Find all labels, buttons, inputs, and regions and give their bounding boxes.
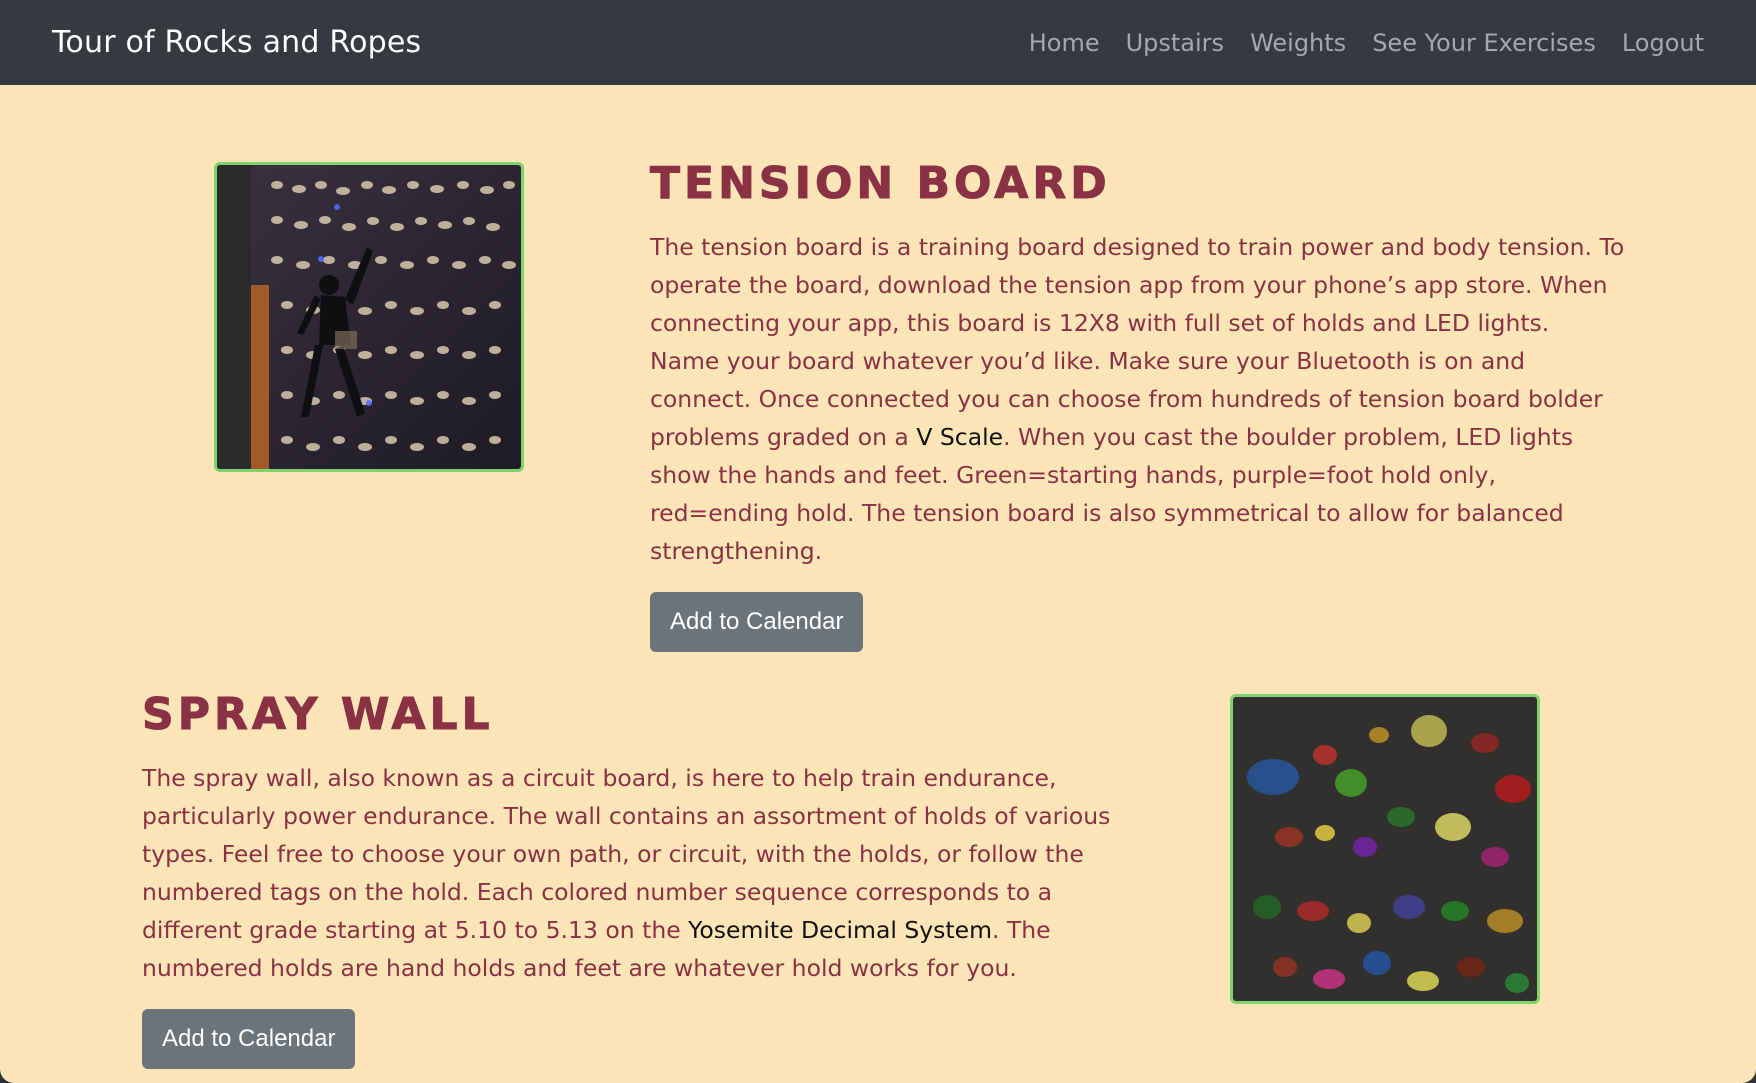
nav-link-upstairs[interactable]: Upstairs: [1126, 29, 1224, 57]
add-to-calendar-button[interactable]: Add to Calendar: [650, 592, 864, 652]
nav-link-home[interactable]: Home: [1029, 29, 1100, 57]
tension-board-text-before: The tension board is a training board de…: [650, 233, 1625, 451]
nav-link-logout[interactable]: Logout: [1622, 29, 1704, 57]
tension-board-photo: [214, 162, 524, 472]
spray-wall-title: SPRAY WALL: [142, 689, 494, 740]
spray-wall-description: The spray wall, also known as a circuit …: [142, 759, 1117, 987]
spray-wall-section: SPRAY WALL The spray wall, also known as…: [142, 689, 1117, 1069]
tension-board-image: [217, 165, 521, 469]
nav-links: Home Upstairs Weights See Your Exercises…: [1029, 29, 1704, 57]
page: Tour of Rocks and Ropes Home Upstairs We…: [0, 0, 1756, 1083]
yosemite-decimal-system-link[interactable]: Yosemite Decimal System: [688, 916, 992, 944]
tension-board-actions: Add to Calendar: [650, 592, 1625, 652]
nav-link-weights[interactable]: Weights: [1250, 29, 1346, 57]
tension-board-section: TENSION BOARD The tension board is a tra…: [650, 158, 1625, 652]
brand-link[interactable]: Tour of Rocks and Ropes: [52, 25, 421, 60]
tension-board-description: The tension board is a training board de…: [650, 228, 1625, 570]
tension-board-title: TENSION BOARD: [650, 158, 1111, 209]
spray-wall-image: [1233, 697, 1537, 1001]
spray-wall-actions: Add to Calendar: [142, 1009, 1117, 1069]
v-scale-link[interactable]: V Scale: [916, 423, 1003, 451]
add-to-calendar-button[interactable]: Add to Calendar: [142, 1009, 356, 1069]
nav-link-see-your-exercises[interactable]: See Your Exercises: [1372, 29, 1596, 57]
navbar: Tour of Rocks and Ropes Home Upstairs We…: [0, 0, 1756, 85]
spray-wall-photo: [1230, 694, 1540, 1004]
